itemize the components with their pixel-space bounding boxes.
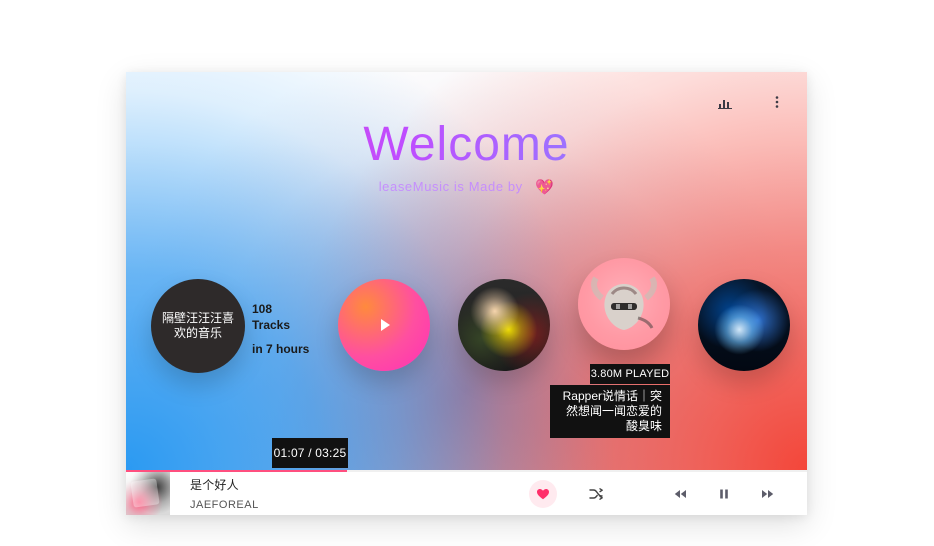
player-bar: 是个好人 JAEFOREAL xyxy=(126,472,807,515)
time-tooltip: 01:07 / 03:25 xyxy=(272,438,348,468)
play-button[interactable] xyxy=(338,279,430,371)
album-cover-2[interactable] xyxy=(578,258,670,350)
app-window: Welcome leaseMusic is Made by 💖 隔壁汪汪汪喜欢的… xyxy=(126,72,807,515)
now-playing-cover[interactable] xyxy=(126,472,170,515)
now-playing-artist: JAEFOREAL xyxy=(190,499,259,511)
tracks-label: Tracks xyxy=(252,318,291,332)
album-cover-1[interactable] xyxy=(458,279,550,371)
playlist-cover[interactable]: 隔壁汪汪汪喜欢的音乐 xyxy=(151,279,245,373)
previous-track-icon[interactable] xyxy=(669,483,691,505)
track-title-tooltip: Rapper说情话｜突然想闻一闻恋爱的酸臭味 xyxy=(550,385,670,438)
heart-icon xyxy=(536,487,550,501)
controls-spacer xyxy=(629,493,647,494)
now-playing-title: 是个好人 xyxy=(190,478,239,492)
welcome-title: Welcome xyxy=(126,117,807,172)
play-icon xyxy=(373,314,395,336)
now-playing-info: 是个好人 JAEFOREAL xyxy=(190,476,450,511)
pause-icon[interactable] xyxy=(713,483,735,505)
next-track-icon[interactable] xyxy=(757,483,779,505)
tracks-count: 108 xyxy=(252,302,273,316)
shuffle-icon[interactable] xyxy=(585,483,607,505)
playlist-title: 隔壁汪汪汪喜欢的音乐 xyxy=(161,311,234,340)
like-button[interactable] xyxy=(529,479,557,508)
subtitle-text: leaseMusic is Made by xyxy=(378,179,523,194)
heart-icon: 💖 xyxy=(535,179,555,196)
played-count-tooltip: 3.80M PLAYED xyxy=(590,364,670,384)
page: Welcome leaseMusic is Made by 💖 隔壁汪汪汪喜欢的… xyxy=(0,0,934,546)
top-icons xyxy=(713,90,789,114)
bar-chart-icon[interactable] xyxy=(713,90,737,114)
album-cover-3[interactable] xyxy=(698,279,790,371)
player-controls xyxy=(529,472,779,515)
subtitle: leaseMusic is Made by 💖 xyxy=(126,177,807,196)
playlist-meta: 108 Tracks in 7 hours xyxy=(252,302,309,356)
more-vertical-icon[interactable] xyxy=(765,90,789,114)
playlist-duration: in 7 hours xyxy=(252,342,310,356)
